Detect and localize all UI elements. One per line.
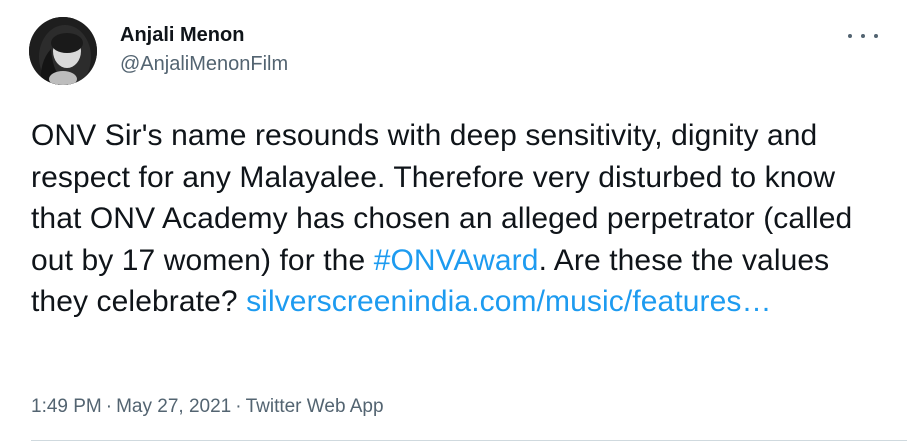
tweet-source[interactable]: Twitter Web App [246,396,384,417]
more-horizontal-icon [874,34,878,38]
user-info: Anjali Menon @AnjaliMenonFilm [120,22,288,77]
tweet-meta: 1:49 PM · May 27, 2021 · Twitter Web App [31,394,384,420]
more-horizontal-icon [861,34,865,38]
more-horizontal-icon [848,34,852,38]
profile-photo-icon [29,17,97,85]
avatar[interactable] [29,17,97,85]
tweet-date[interactable]: May 27, 2021 [116,396,231,417]
author-display-name[interactable]: Anjali Menon [120,22,288,48]
tweet-card: Anjali Menon @AnjaliMenonFilm ONV Sir's … [0,0,907,444]
divider [31,440,907,441]
meta-separator: · [235,396,242,417]
author-handle[interactable]: @AnjaliMenonFilm [120,51,288,77]
hashtag-link[interactable]: #ONVAward [374,244,539,277]
tweet-time[interactable]: 1:49 PM [31,396,102,417]
tweet-text: ONV Sir's name resounds with deep sensit… [31,115,891,323]
meta-separator: · [105,396,113,417]
more-options-button[interactable] [848,28,878,44]
url-link[interactable]: silverscreenindia.com/music/features… [246,285,772,318]
